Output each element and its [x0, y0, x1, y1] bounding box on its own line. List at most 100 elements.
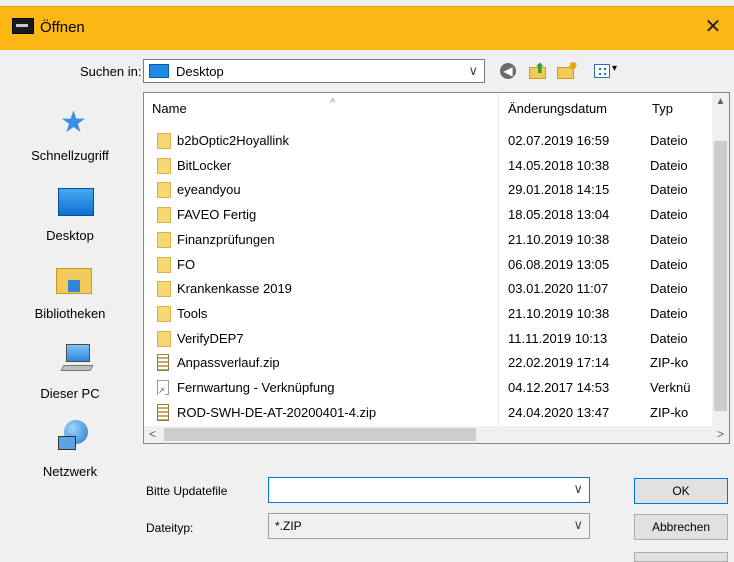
horizontal-scrollbar[interactable]: < > [144, 426, 729, 443]
place-this-pc[interactable]: Dieser PC [14, 332, 126, 412]
file-name: eyeandyou [177, 182, 241, 198]
filename-input[interactable] [271, 480, 561, 500]
file-row[interactable]: VerifyDEP7 11.11.2019 10:13 Dateio [144, 327, 714, 351]
new-folder-button[interactable]: ✸ [556, 59, 579, 81]
back-button[interactable]: ◀ [500, 63, 516, 79]
file-row[interactable]: Tools 21.10.2019 10:38 Dateio [144, 302, 714, 326]
window-title: Öffnen [40, 19, 85, 36]
place-network[interactable]: Netzwerk [14, 412, 126, 492]
file-list[interactable]: Name ^ Änderungsdatum Typ b2bOptic2Hoyal… [143, 92, 730, 444]
file-name: Fernwartung - Verknüpfung [177, 380, 335, 395]
file-name: b2bOptic2Hoyallink [177, 133, 290, 148]
zip-file-icon [157, 403, 169, 421]
file-type: Dateio [650, 157, 688, 173]
chevron-down-icon[interactable]: ∨ [573, 481, 583, 497]
shortcut-icon [157, 380, 169, 395]
vertical-scrollbar[interactable]: ▲ ▼ [712, 93, 729, 443]
folder-icon [157, 231, 171, 248]
file-type: Dateio [650, 281, 688, 297]
column-header-name[interactable]: Name ^ [152, 97, 335, 116]
file-date: 22.02.2019 17:14 [508, 355, 610, 371]
file-date: 24.04.2020 13:47 [508, 404, 610, 420]
filename-label: Bitte Updatefile [146, 484, 228, 498]
chevron-down-icon: ∨ [573, 517, 583, 532]
file-type: Verknü [650, 380, 691, 395]
scroll-thumb[interactable] [164, 428, 476, 441]
file-row[interactable]: Anpassverlauf.zip 22.02.2019 17:14 ZIP-ko [144, 351, 714, 375]
file-date: 06.08.2019 13:05 [508, 256, 610, 272]
file-name: BitLocker [177, 157, 232, 173]
file-row[interactable]: BitLocker 14.05.2018 10:38 Dateio [144, 154, 714, 178]
up-arrow-icon: ⬆ [534, 60, 546, 76]
file-date: 03.01.2020 11:07 [508, 281, 609, 297]
sort-caret-icon: ^ [330, 97, 336, 109]
folder-icon [157, 207, 171, 224]
folder-icon [157, 157, 171, 174]
network-icon [58, 420, 92, 452]
file-row[interactable]: eyeandyou 29.01.2018 14:15 Dateio [144, 178, 714, 202]
scroll-left-arrow[interactable]: < [144, 426, 161, 443]
cancel-button[interactable]: Abbrechen [634, 514, 728, 540]
desktop-icon [149, 64, 169, 78]
lookin-label: Suchen in: [80, 64, 142, 79]
file-name: ROD-SWH-DE-AT-20200401-4.zip [177, 404, 377, 420]
filetype-dropdown[interactable]: *.ZIP ∨ [268, 513, 590, 539]
title-bar: Öffnen ✕ [0, 6, 734, 50]
place-quick-access[interactable]: ★ Schnellzugriff [14, 92, 126, 172]
file-date: 11.11.2019 10:13 [508, 330, 608, 346]
libraries-icon [56, 264, 92, 294]
file-row[interactable]: b2bOptic2Hoyallink 02.07.2019 16:59 Dateio [144, 129, 714, 153]
file-type: Dateio [650, 305, 688, 321]
file-date: 14.05.2018 10:38 [508, 157, 610, 173]
folder-icon [157, 182, 171, 199]
place-label: Dieser PC [40, 386, 100, 401]
file-type: Dateio [650, 256, 688, 272]
file-row[interactable]: FAVEO Fertig 18.05.2018 13:04 Dateio [144, 203, 714, 227]
extra-button[interactable] [634, 552, 728, 562]
folder-icon [157, 330, 171, 347]
view-grid-icon [594, 64, 610, 78]
file-row[interactable]: FO 06.08.2019 13:05 Dateio [144, 253, 714, 277]
file-row[interactable]: Fernwartung - Verknüpfung 04.12.2017 14:5… [144, 376, 714, 400]
file-date: 02.07.2019 16:59 [508, 133, 610, 148]
file-date: 18.05.2018 13:04 [508, 207, 610, 223]
folder-icon [157, 305, 171, 322]
file-name: FO [177, 256, 196, 272]
chevron-down-icon: ∨ [468, 63, 478, 78]
place-label: Schnellzugriff [31, 148, 109, 163]
computer-icon [60, 344, 94, 374]
place-desktop[interactable]: Desktop [14, 172, 126, 252]
file-row[interactable]: ROD-SWH-DE-AT-20200401-4.zip 24.04.2020 1… [144, 401, 714, 425]
file-date: 04.12.2017 14:53 [508, 380, 610, 395]
desktop-icon [58, 188, 94, 216]
column-header-date[interactable]: Änderungsdatum [508, 101, 607, 116]
file-type: Dateio [650, 207, 688, 223]
file-row[interactable]: Krankenkasse 2019 03.01.2020 11:07 Dateio [144, 277, 714, 301]
place-libraries[interactable]: Bibliotheken [14, 252, 126, 332]
filename-combobox[interactable]: ∨ [268, 477, 590, 503]
file-date: 21.10.2019 10:38 [508, 305, 610, 321]
file-name: Finanzprüfungen [177, 231, 275, 247]
sparkle-icon: ✸ [568, 59, 579, 73]
scroll-thumb[interactable] [714, 141, 727, 411]
ok-button[interactable]: OK [634, 478, 728, 504]
close-button[interactable]: ✕ [698, 13, 728, 41]
file-name: Krankenkasse 2019 [177, 281, 292, 297]
file-date: 29.01.2018 14:15 [508, 182, 610, 198]
file-date: 21.10.2019 10:38 [508, 231, 610, 247]
filetype-label: Dateityp: [146, 521, 194, 535]
file-type: ZIP-ko [650, 404, 689, 420]
scroll-right-arrow[interactable]: > [712, 426, 729, 443]
lookin-dropdown[interactable]: Desktop ∨ [143, 59, 485, 83]
filetype-value: *.ZIP [275, 519, 302, 533]
place-label: Bibliotheken [34, 306, 106, 321]
file-type: Dateio [650, 182, 688, 198]
column-header-type[interactable]: Typ [652, 101, 673, 116]
view-menu-button[interactable]: ▾ [594, 61, 624, 81]
up-folder-button[interactable]: ⬆ [528, 60, 548, 81]
dropdown-arrow-icon: ▾ [612, 63, 618, 74]
file-row[interactable]: Finanzprüfungen 21.10.2019 10:38 Dateio [144, 228, 714, 252]
folder-icon [157, 281, 171, 298]
file-type: Dateio [650, 133, 688, 148]
scroll-up-arrow[interactable]: ▲ [712, 93, 729, 110]
